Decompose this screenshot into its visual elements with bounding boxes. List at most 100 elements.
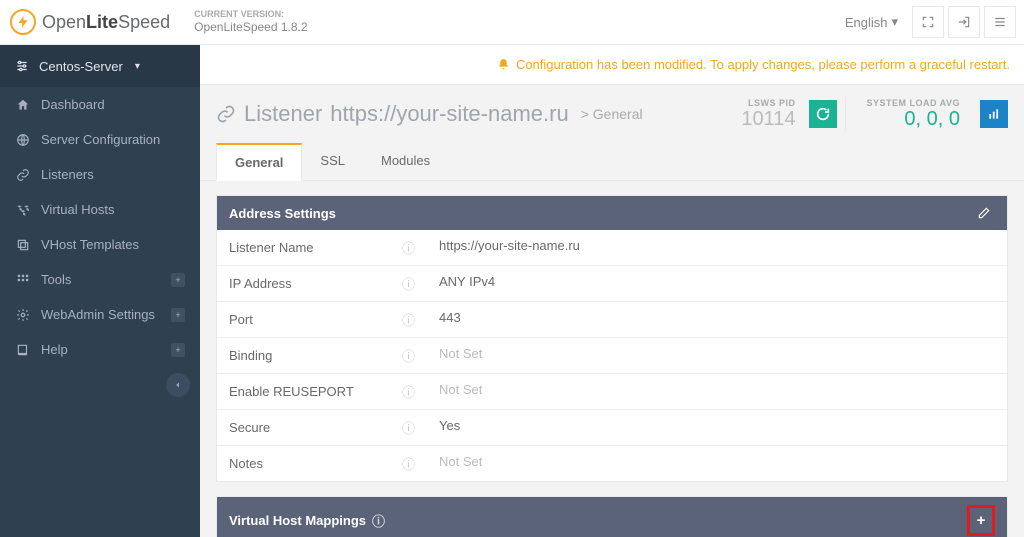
help-icon[interactable]: ⓘ	[402, 418, 415, 437]
add-highlight: +	[967, 505, 995, 536]
panel-address-settings: Address Settings Listener Name ⓘ https://…	[216, 195, 1008, 482]
version-value: OpenLiteSpeed 1.8.2	[194, 20, 307, 34]
stat-value: 10114	[741, 108, 795, 131]
title-prefix: Listener	[244, 101, 322, 127]
nav-vhost-templates[interactable]: VHost Templates	[0, 227, 200, 262]
nav-server-configuration[interactable]: Server Configuration	[0, 122, 200, 157]
help-icon[interactable]: ⓘ	[402, 346, 415, 365]
logo[interactable]: OpenLiteSpeed	[0, 0, 180, 44]
row-value: 443	[427, 302, 1007, 337]
copy-icon	[15, 238, 31, 252]
content: Configuration has been modified. To appl…	[200, 45, 1024, 537]
nav-label: Listeners	[41, 167, 94, 182]
home-icon	[15, 98, 31, 112]
server-name: Centos-Server	[39, 59, 123, 74]
tabs: General SSL Modules	[200, 143, 1024, 181]
nav-label: VHost Templates	[41, 237, 139, 252]
row-notes: Notes ⓘ Not Set	[217, 446, 1007, 481]
book-icon	[15, 343, 31, 357]
nav-label: Tools	[41, 272, 71, 287]
cubes-icon	[15, 203, 31, 217]
link-icon	[216, 104, 236, 124]
globe-icon	[15, 133, 31, 147]
gear-icon	[15, 308, 31, 322]
nav-tools[interactable]: Tools +	[0, 262, 200, 297]
stat-load: SYSTEM LOAD AVG 0, 0, 0	[854, 98, 972, 131]
row-secure: Secure ⓘ Yes	[217, 410, 1007, 446]
row-value: Yes	[427, 410, 1007, 445]
nav-dashboard[interactable]: Dashboard	[0, 87, 200, 122]
stat-label: LSWS PID	[741, 98, 795, 108]
config-alert[interactable]: Configuration has been modified. To appl…	[200, 45, 1024, 85]
restart-button[interactable]	[809, 100, 837, 128]
panel-vhost-mappings: Virtual Host Mappings ⓘ + Virtual Host D…	[216, 496, 1008, 537]
tab-general[interactable]: General	[216, 143, 302, 181]
panel-header: Address Settings	[217, 196, 1007, 230]
row-value: Not Set	[427, 446, 1007, 481]
logo-text: OpenLiteSpeed	[42, 12, 170, 33]
menu-button[interactable]	[984, 6, 1016, 38]
row-label: Notes	[229, 456, 263, 471]
version-label: CURRENT VERSION:	[194, 9, 307, 20]
page-head: Listener https://your-site-name.ru > Gen…	[200, 85, 1024, 143]
version-box: CURRENT VERSION: OpenLiteSpeed 1.8.2	[194, 9, 307, 34]
nav-webadmin-settings[interactable]: WebAdmin Settings +	[0, 297, 200, 332]
row-value: https://your-site-name.ru	[427, 230, 1007, 265]
nav-virtual-hosts[interactable]: Virtual Hosts	[0, 192, 200, 227]
row-value: ANY IPv4	[427, 266, 1007, 301]
topbar: OpenLiteSpeed CURRENT VERSION: OpenLiteS…	[0, 0, 1024, 45]
sliders-icon	[15, 59, 29, 73]
collapse-button[interactable]	[166, 373, 190, 397]
row-label: Listener Name	[229, 240, 314, 255]
nav-label: Help	[41, 342, 68, 357]
chevron-down-icon: ▾	[891, 14, 898, 30]
link-icon	[15, 168, 31, 182]
sidebar: Centos-Server ▾ Dashboard Server Configu…	[0, 45, 200, 537]
row-reuseport: Enable REUSEPORT ⓘ Not Set	[217, 374, 1007, 410]
row-value: Not Set	[427, 374, 1007, 409]
bell-icon	[497, 58, 510, 71]
help-icon[interactable]: ⓘ	[402, 382, 415, 401]
row-ip-address: IP Address ⓘ ANY IPv4	[217, 266, 1007, 302]
add-button[interactable]: +	[972, 510, 990, 531]
help-icon[interactable]: ⓘ	[402, 238, 415, 257]
title-name: https://your-site-name.ru	[330, 101, 568, 127]
help-icon[interactable]: ⓘ	[402, 310, 415, 329]
nav-label: WebAdmin Settings	[41, 307, 155, 322]
panel-title: Virtual Host Mappings	[229, 513, 366, 528]
help-icon[interactable]: ⓘ	[402, 454, 415, 473]
nav-label: Virtual Hosts	[41, 202, 114, 217]
sidebar-collapse	[0, 367, 200, 403]
row-label: Secure	[229, 420, 270, 435]
page-title: Listener https://your-site-name.ru > Gen…	[216, 101, 729, 127]
chevron-down-icon: ▾	[135, 61, 140, 72]
row-label: Enable REUSEPORT	[229, 384, 354, 399]
nav-label: Server Configuration	[41, 132, 160, 147]
nav-listeners[interactable]: Listeners	[0, 157, 200, 192]
row-label: Binding	[229, 348, 272, 363]
language-selector[interactable]: English ▾	[845, 14, 898, 30]
stats-chart-button[interactable]	[980, 100, 1008, 128]
fullscreen-button[interactable]	[912, 6, 944, 38]
row-label: IP Address	[229, 276, 292, 291]
tab-modules[interactable]: Modules	[363, 143, 448, 180]
nav-help[interactable]: Help +	[0, 332, 200, 367]
separator	[845, 97, 846, 131]
panel-title: Address Settings	[229, 206, 336, 221]
row-binding: Binding ⓘ Not Set	[217, 338, 1007, 374]
plus-icon: +	[171, 343, 185, 357]
tab-ssl[interactable]: SSL	[302, 143, 363, 180]
row-label: Port	[229, 312, 253, 327]
nav-label: Dashboard	[41, 97, 105, 112]
plus-icon: +	[171, 308, 185, 322]
grid-icon	[15, 273, 31, 287]
logo-icon	[10, 9, 36, 35]
server-selector[interactable]: Centos-Server ▾	[0, 45, 200, 87]
help-icon[interactable]: ⓘ	[402, 274, 415, 293]
edit-button[interactable]	[973, 204, 995, 222]
logout-button[interactable]	[948, 6, 980, 38]
row-value: Not Set	[427, 338, 1007, 373]
plus-icon: +	[171, 273, 185, 287]
row-listener-name: Listener Name ⓘ https://your-site-name.ru	[217, 230, 1007, 266]
help-icon[interactable]: ⓘ	[372, 511, 385, 530]
